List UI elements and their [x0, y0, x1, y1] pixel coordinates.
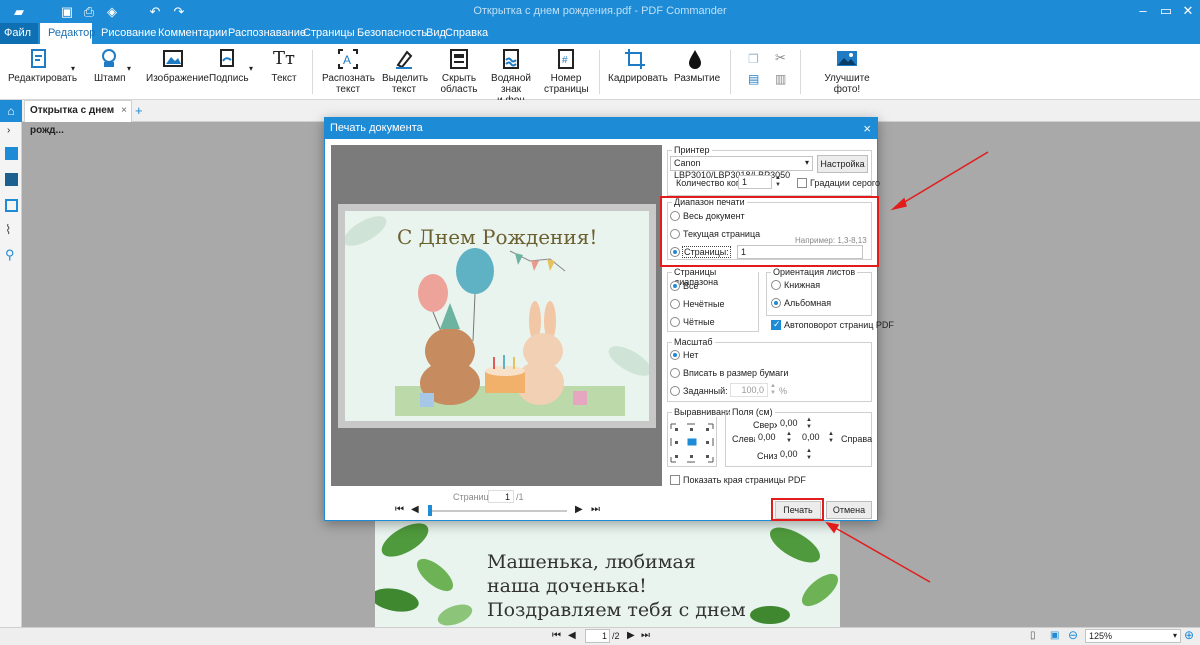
arrow-to-print: [831, 525, 931, 583]
arrow-head-range: [890, 197, 907, 211]
arrow-head-print: [825, 521, 840, 534]
arrow-to-range: [897, 151, 989, 207]
annotation-arrows: [825, 151, 989, 583]
